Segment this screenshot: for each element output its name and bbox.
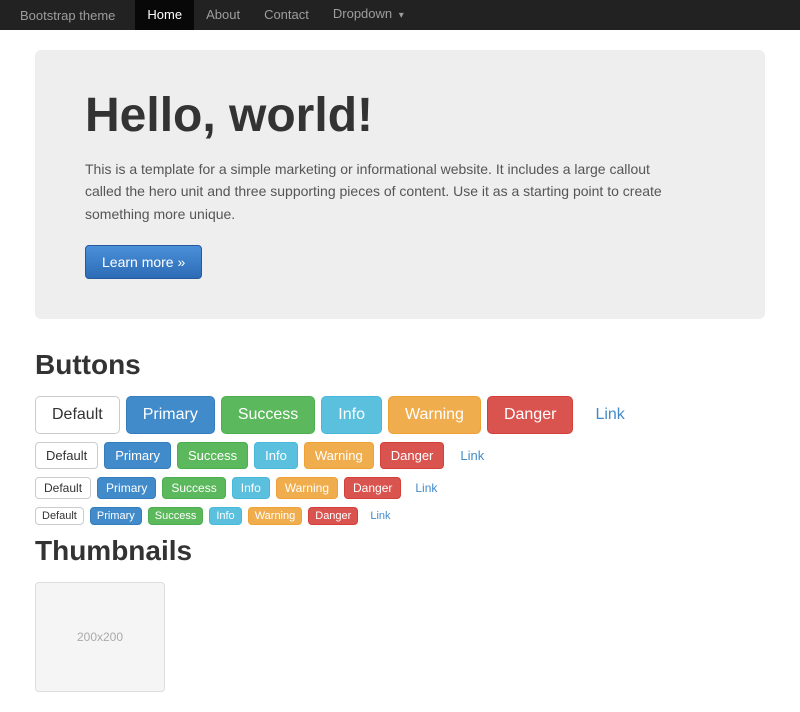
btn-default-sm[interactable]: Default — [35, 477, 91, 499]
navbar: Bootstrap theme Home About Contact Dropd… — [0, 0, 800, 30]
btn-default-xs[interactable]: Default — [35, 507, 84, 525]
btn-warning-sm[interactable]: Warning — [276, 477, 338, 499]
btn-primary-xs[interactable]: Primary — [90, 507, 142, 525]
btn-row-md: Default Primary Success Info Warning Dan… — [35, 442, 765, 469]
nav-link-contact[interactable]: Contact — [252, 0, 321, 30]
btn-info-lg[interactable]: Info — [321, 396, 382, 434]
btn-primary-sm[interactable]: Primary — [97, 477, 156, 499]
btn-row-xs: Default Primary Success Info Warning Dan… — [35, 507, 765, 525]
btn-info-xs[interactable]: Info — [209, 507, 241, 525]
buttons-section: Buttons Default Primary Success Info War… — [35, 349, 765, 525]
nav-item-dropdown[interactable]: Dropdown ▾ — [321, 0, 416, 31]
btn-danger-sm[interactable]: Danger — [344, 477, 401, 499]
btn-warning-md[interactable]: Warning — [304, 442, 374, 469]
btn-row-sm: Default Primary Success Info Warning Dan… — [35, 477, 765, 499]
btn-danger-md[interactable]: Danger — [380, 442, 445, 469]
nav-item-home[interactable]: Home — [135, 0, 194, 30]
nav-item-contact[interactable]: Contact — [252, 0, 321, 30]
navbar-brand[interactable]: Bootstrap theme — [20, 8, 115, 23]
nav-link-about[interactable]: About — [194, 0, 252, 30]
main-container: Hello, world! This is a template for a s… — [20, 30, 780, 712]
btn-success-xs[interactable]: Success — [148, 507, 204, 525]
btn-success-md[interactable]: Success — [177, 442, 248, 469]
btn-danger-xs[interactable]: Danger — [308, 507, 358, 525]
btn-default-lg[interactable]: Default — [35, 396, 120, 434]
btn-warning-xs[interactable]: Warning — [248, 507, 303, 525]
thumbnails-section: Thumbnails 200x200 — [35, 535, 765, 692]
navbar-nav: Home About Contact Dropdown ▾ — [135, 0, 415, 31]
btn-info-md[interactable]: Info — [254, 442, 298, 469]
btn-primary-md[interactable]: Primary — [104, 442, 171, 469]
hero-body: This is a template for a simple marketin… — [85, 158, 685, 225]
thumbnails-section-title: Thumbnails — [35, 535, 765, 567]
btn-link-lg[interactable]: Link — [579, 397, 640, 433]
nav-link-home[interactable]: Home — [135, 0, 194, 30]
btn-warning-lg[interactable]: Warning — [388, 396, 481, 434]
btn-success-lg[interactable]: Success — [221, 396, 315, 434]
btn-danger-lg[interactable]: Danger — [487, 396, 573, 434]
hero-heading: Hello, world! — [85, 90, 715, 143]
btn-row-lg: Default Primary Success Info Warning Dan… — [35, 396, 765, 434]
btn-primary-lg[interactable]: Primary — [126, 396, 215, 434]
thumbnail-item: 200x200 — [35, 582, 165, 692]
dropdown-arrow-icon: ▾ — [399, 10, 404, 21]
btn-default-md[interactable]: Default — [35, 442, 98, 469]
nav-link-dropdown[interactable]: Dropdown ▾ — [321, 0, 416, 31]
btn-link-xs[interactable]: Link — [364, 508, 396, 524]
btn-link-sm[interactable]: Link — [407, 478, 445, 498]
learn-more-button[interactable]: Learn more » — [85, 245, 202, 279]
buttons-section-title: Buttons — [35, 349, 765, 381]
btn-link-md[interactable]: Link — [450, 443, 494, 468]
nav-item-about[interactable]: About — [194, 0, 252, 30]
btn-info-sm[interactable]: Info — [232, 477, 270, 499]
hero-unit: Hello, world! This is a template for a s… — [35, 50, 765, 319]
thumbnail-label: 200x200 — [77, 630, 123, 644]
btn-success-sm[interactable]: Success — [162, 477, 225, 499]
